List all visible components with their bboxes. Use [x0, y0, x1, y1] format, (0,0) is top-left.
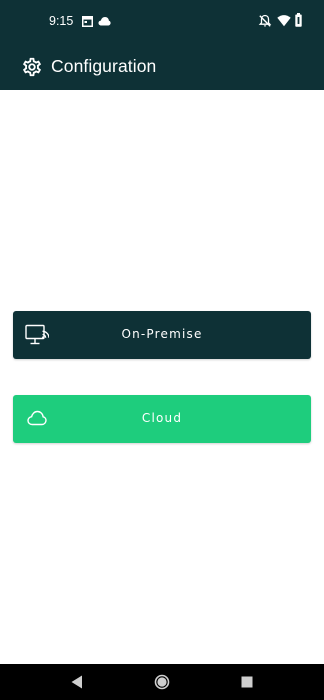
calendar-icon	[82, 16, 93, 27]
status-bar: 9:15	[0, 0, 324, 42]
home-icon[interactable]	[154, 674, 170, 690]
back-icon[interactable]	[71, 675, 83, 689]
page-title: Configuration	[51, 56, 157, 76]
notifications-off-icon	[258, 14, 272, 27]
cloud-icon	[98, 17, 111, 26]
recents-icon[interactable]	[241, 676, 253, 688]
on-premise-label: On-Premise	[121, 327, 203, 341]
wifi-icon	[277, 15, 291, 27]
navigation-bar	[0, 664, 324, 700]
on-premise-button[interactable]: On-Premise	[13, 311, 311, 359]
cloud-button[interactable]: Cloud	[13, 395, 311, 443]
status-time: 9:15	[49, 14, 74, 28]
cloud-label: Cloud	[141, 411, 183, 425]
app-bar: Configuration	[0, 42, 324, 90]
battery-icon	[295, 13, 302, 27]
settings-icon[interactable]	[21, 56, 43, 78]
